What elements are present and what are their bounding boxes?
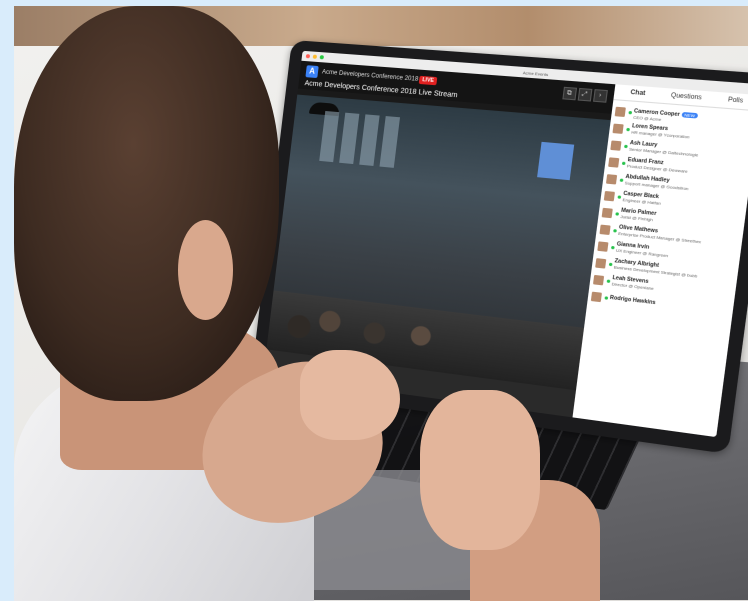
avatar	[597, 241, 608, 251]
address-bar[interactable]: Acme Events	[523, 70, 549, 77]
avatar	[610, 140, 621, 150]
avatar	[608, 157, 619, 167]
online-status-icon	[604, 296, 608, 300]
avatar	[590, 291, 601, 302]
avatar	[606, 174, 617, 184]
avatar	[601, 207, 612, 217]
online-status-icon	[613, 228, 617, 231]
new-badge: NEW	[682, 111, 698, 118]
online-status-icon	[617, 195, 621, 198]
room-window	[379, 116, 400, 168]
online-status-icon	[626, 127, 630, 130]
person-right-hand	[420, 390, 540, 550]
avatar	[612, 123, 623, 133]
avatar	[595, 258, 606, 269]
attendee-list: Cameron Cooper NEW CEO @ Acme Loren Spears…	[587, 100, 748, 320]
online-status-icon	[621, 161, 625, 164]
close-window-icon[interactable]	[306, 54, 310, 58]
avatar	[599, 224, 610, 234]
room-window	[339, 113, 359, 164]
maximize-window-icon[interactable]	[320, 55, 324, 59]
chevron-right-icon[interactable]: ›	[593, 89, 608, 103]
room-window	[359, 114, 379, 166]
online-status-icon	[606, 279, 610, 283]
person-head	[14, 6, 279, 401]
room-window	[319, 111, 339, 162]
app-logo: A	[305, 65, 318, 78]
online-status-icon	[611, 245, 615, 249]
attendee-name: Rodrigo Hawkins	[609, 295, 655, 307]
avatar	[603, 190, 614, 200]
picture-in-picture-icon[interactable]: ⧉	[562, 87, 577, 101]
online-status-icon	[628, 110, 632, 113]
online-status-icon	[608, 262, 612, 266]
online-status-icon	[615, 212, 619, 215]
live-badge: LIVE	[419, 76, 438, 86]
fullscreen-icon[interactable]: ⤢	[577, 88, 592, 102]
online-status-icon	[619, 178, 623, 181]
conference-name: Acme Developers Conference 2018 ◉	[322, 68, 426, 83]
projector-screen	[537, 142, 574, 180]
minimize-window-icon[interactable]	[313, 55, 317, 59]
avatar	[614, 106, 625, 116]
online-status-icon	[624, 144, 628, 147]
person-ear	[178, 220, 233, 320]
video-player[interactable]	[266, 95, 610, 391]
avatar	[593, 274, 604, 285]
